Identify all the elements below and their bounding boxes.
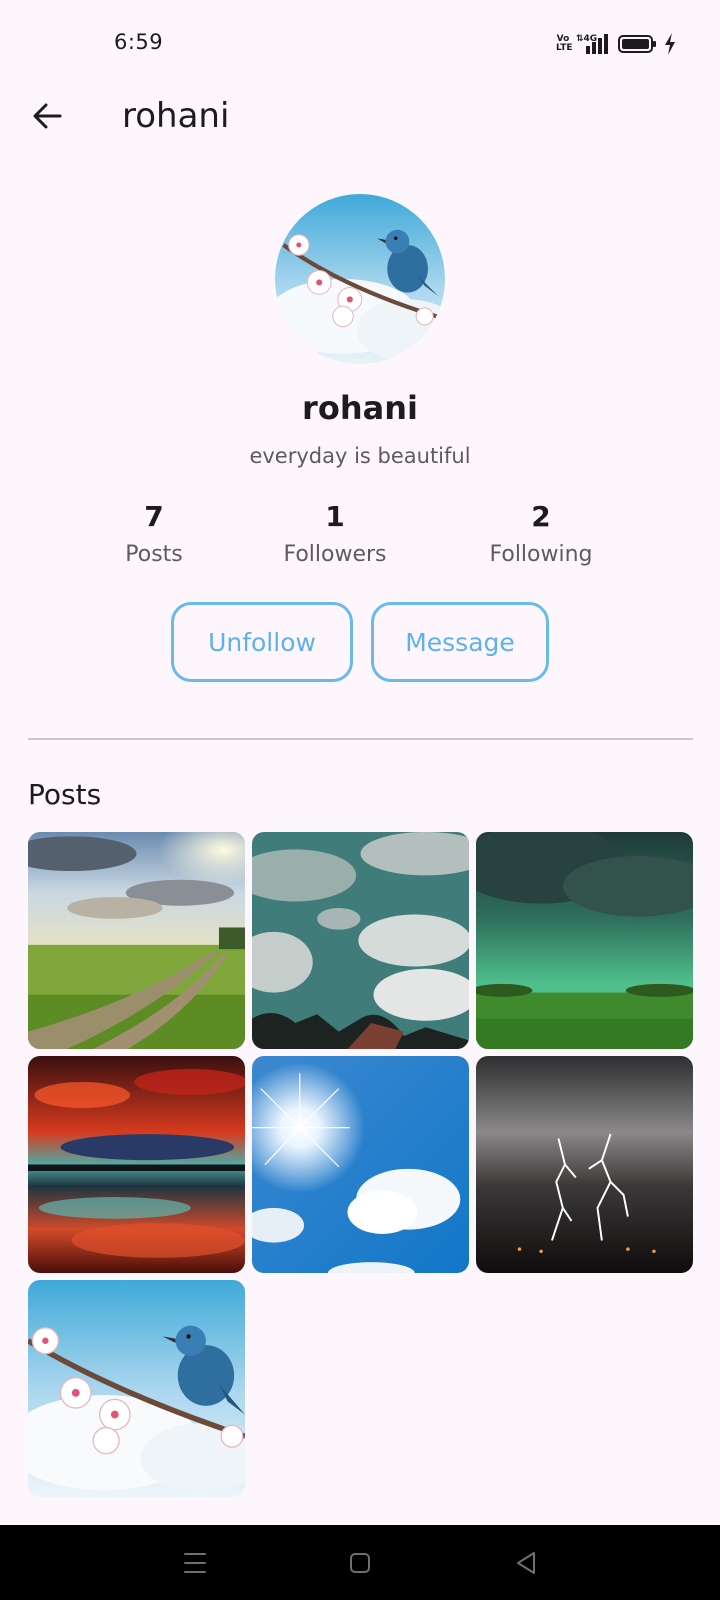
profile-bio: everyday is beautiful — [249, 444, 471, 468]
message-button[interactable]: Message — [371, 602, 549, 682]
posts-section-title: Posts — [28, 778, 102, 811]
stat-followers[interactable]: 1 Followers — [255, 498, 415, 572]
stat-label: Followers — [283, 542, 387, 567]
post-thumbnail[interactable] — [28, 1056, 245, 1273]
charging-icon — [665, 33, 675, 55]
home-square-icon — [350, 1553, 370, 1573]
stat-label: Following — [489, 542, 593, 567]
post-image — [28, 1280, 245, 1497]
post-thumbnail[interactable] — [28, 1280, 245, 1497]
post-thumbnail[interactable] — [476, 832, 693, 1049]
back-nav-button[interactable] — [508, 1545, 544, 1581]
stat-count: 1 — [325, 500, 345, 533]
status-bar: 6:59 Vo LTE ⇅4G — [0, 0, 720, 90]
status-time: 6:59 — [114, 30, 164, 54]
home-button[interactable] — [342, 1545, 378, 1581]
stat-posts: 7 Posts — [74, 498, 234, 572]
status-icons: Vo LTE ⇅4G — [556, 32, 676, 56]
triangle-back-icon — [517, 1552, 535, 1574]
stat-count: 2 — [531, 500, 551, 533]
unfollow-button[interactable]: Unfollow — [171, 602, 353, 682]
post-image — [28, 832, 245, 1049]
menu-icon — [184, 1553, 206, 1573]
post-image — [476, 832, 693, 1049]
stat-label: Posts — [125, 542, 183, 567]
stat-count: 7 — [144, 500, 164, 533]
post-image — [28, 1056, 245, 1273]
app-title: rohani — [122, 96, 230, 136]
avatar — [275, 194, 445, 364]
recents-button[interactable] — [177, 1545, 213, 1581]
post-image — [476, 1056, 693, 1273]
volte-icon: Vo LTE — [556, 34, 573, 53]
back-button[interactable] — [28, 96, 68, 136]
stat-following[interactable]: 2 Following — [461, 498, 621, 572]
post-image — [252, 1056, 469, 1273]
post-thumbnail[interactable] — [252, 832, 469, 1049]
divider — [28, 738, 693, 740]
app-bar: rohani — [0, 90, 720, 150]
signal-icon: ⇅4G — [576, 34, 608, 54]
post-thumbnail[interactable] — [252, 1056, 469, 1273]
post-thumbnail[interactable] — [28, 832, 245, 1049]
navigation-bar — [0, 1525, 720, 1600]
profile-name: rohani — [302, 389, 418, 427]
battery-icon — [618, 35, 656, 53]
avatar-image — [275, 194, 445, 364]
post-image — [252, 832, 469, 1049]
arrow-left-icon — [33, 103, 62, 129]
post-thumbnail[interactable] — [476, 1056, 693, 1273]
